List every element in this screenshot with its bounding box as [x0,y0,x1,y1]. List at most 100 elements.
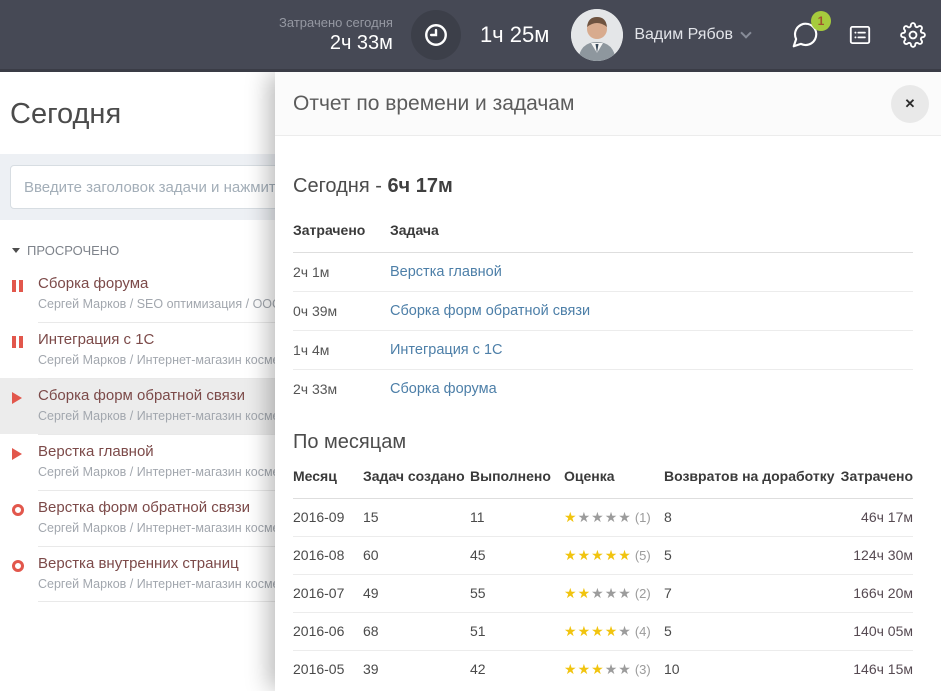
star-empty-icon: ★ [618,585,632,601]
spent-today-value: 2ч 33м [279,32,393,55]
spent-cell: 166ч 20м [837,584,913,603]
rating-count: (3) [635,662,651,677]
star-empty-icon: ★ [591,509,605,525]
today-table-header: Затрачено Задача [293,210,913,253]
col-month: Месяц [293,468,363,484]
star-filled-icon: ★ [591,623,605,639]
settings-button[interactable] [900,22,926,48]
col-created: Задач создано [363,468,470,484]
created-cell: 39 [363,660,470,679]
close-button[interactable]: ✕ [891,85,929,123]
task-link[interactable]: Сборка форм обратной связи [390,303,913,319]
spent-today-label: Затрачено сегодня [279,15,393,30]
created-cell: 60 [363,546,470,565]
col-rating: Оценка [564,468,664,484]
rating-stars: ★★★★★ [564,585,632,601]
returns-cell: 10 [664,660,837,679]
today-row: 0ч 39м Сборка форм обратной связи [293,291,913,330]
section-overdue-label: ПРОСРОЧЕНО [27,243,119,258]
today-total-value: 6ч 17м [387,175,452,197]
star-empty-icon: ★ [605,661,619,677]
star-filled-icon: ★ [578,585,592,601]
today-total-heading: Сегодня - 6ч 17м [293,174,913,198]
today-row: 2ч 1м Верстка главной [293,253,913,291]
today-label: Сегодня - [293,175,387,197]
month-cell: 2016-06 [293,622,363,641]
returns-cell: 5 [664,546,837,565]
star-empty-icon: ★ [618,509,632,525]
chat-button[interactable]: 1 [790,20,820,50]
timer-value: 1ч 25м [480,22,549,48]
monthly-row: 2016-09 15 11 ★★★★★(1) 8 46ч 17м [293,499,913,536]
monthly-row: 2016-06 68 51 ★★★★★(4) 5 140ч 05м [293,612,913,650]
returns-cell: 7 [664,584,837,603]
done-cell: 11 [470,508,564,527]
rating-cell: ★★★★★(2) [564,584,664,603]
star-empty-icon: ★ [618,661,632,677]
circle-icon[interactable] [12,504,24,516]
star-filled-icon: ★ [578,661,592,677]
task-link[interactable]: Интеграция с 1С [390,342,913,358]
rating-stars: ★★★★★ [564,509,632,525]
star-filled-icon: ★ [578,623,592,639]
spent-value: 1ч 4м [293,342,390,358]
star-filled-icon: ★ [605,623,619,639]
avatar[interactable] [571,9,623,61]
star-empty-icon: ★ [618,623,632,639]
spent-cell: 124ч 30м [837,546,913,565]
month-cell: 2016-08 [293,546,363,565]
star-filled-icon: ★ [564,623,578,639]
play-icon[interactable] [12,448,22,460]
monthly-row: 2016-08 60 45 ★★★★★(5) 5 124ч 30м [293,536,913,574]
task-link[interactable]: Верстка главной [390,264,913,280]
col-spent-month: Затрачено [837,468,913,484]
rating-cell: ★★★★★(4) [564,622,664,641]
rating-cell: ★★★★★(3) [564,660,664,679]
star-empty-icon: ★ [605,585,619,601]
report-list-icon [847,22,873,48]
rating-count: (5) [635,548,651,563]
month-cell: 2016-07 [293,584,363,603]
star-empty-icon: ★ [605,509,619,525]
created-cell: 68 [363,622,470,641]
monthly-table-rows: 2016-09 15 11 ★★★★★(1) 8 46ч 17м 2016-08… [293,499,913,688]
col-done: Выполнено [470,468,564,484]
created-cell: 49 [363,584,470,603]
today-row: 1ч 4м Интеграция с 1С [293,330,913,369]
task-link[interactable]: Сборка форума [390,381,913,397]
done-cell: 45 [470,546,564,565]
play-icon[interactable] [12,392,22,404]
close-icon: ✕ [905,96,916,112]
report-panel-body: Сегодня - 6ч 17м Затрачено Задача 2ч 1м … [275,174,941,688]
spent-cell: 46ч 17м [837,508,913,527]
app-window: Затрачено сегодня 2ч 33м 1ч 25м Вадим Р [0,0,941,691]
done-cell: 51 [470,622,564,641]
rating-stars: ★★★★★ [564,623,632,639]
rating-stars: ★★★★★ [564,547,632,563]
circle-icon[interactable] [12,560,24,572]
user-menu[interactable]: Вадим Рябов [634,26,733,44]
gear-icon [900,22,926,48]
done-cell: 42 [470,660,564,679]
col-spent: Затрачено [293,222,390,238]
chevron-down-icon [740,27,751,38]
today-table-rows: 2ч 1м Верстка главной 0ч 39м Сборка форм… [293,253,913,408]
pause-icon[interactable] [12,280,23,292]
star-filled-icon: ★ [564,661,578,677]
star-filled-icon: ★ [578,547,592,563]
rating-count: (2) [635,586,651,601]
report-panel-title: Отчет по времени и задачам [293,92,574,116]
rating-count: (1) [635,510,651,525]
timer-button[interactable] [411,10,461,60]
star-filled-icon: ★ [564,509,578,525]
star-filled-icon: ★ [564,585,578,601]
star-filled-icon: ★ [564,547,578,563]
report-panel: Отчет по времени и задачам ✕ Сегодня - 6… [275,72,941,691]
star-filled-icon: ★ [591,547,605,563]
monthly-table-header: Месяц Задач создано Выполнено Оценка Воз… [293,462,913,499]
spent-today-block: Затрачено сегодня 2ч 33м [279,15,393,55]
col-task: Задача [390,222,913,238]
reports-button[interactable] [847,22,873,48]
done-cell: 55 [470,584,564,603]
pause-icon[interactable] [12,336,23,348]
